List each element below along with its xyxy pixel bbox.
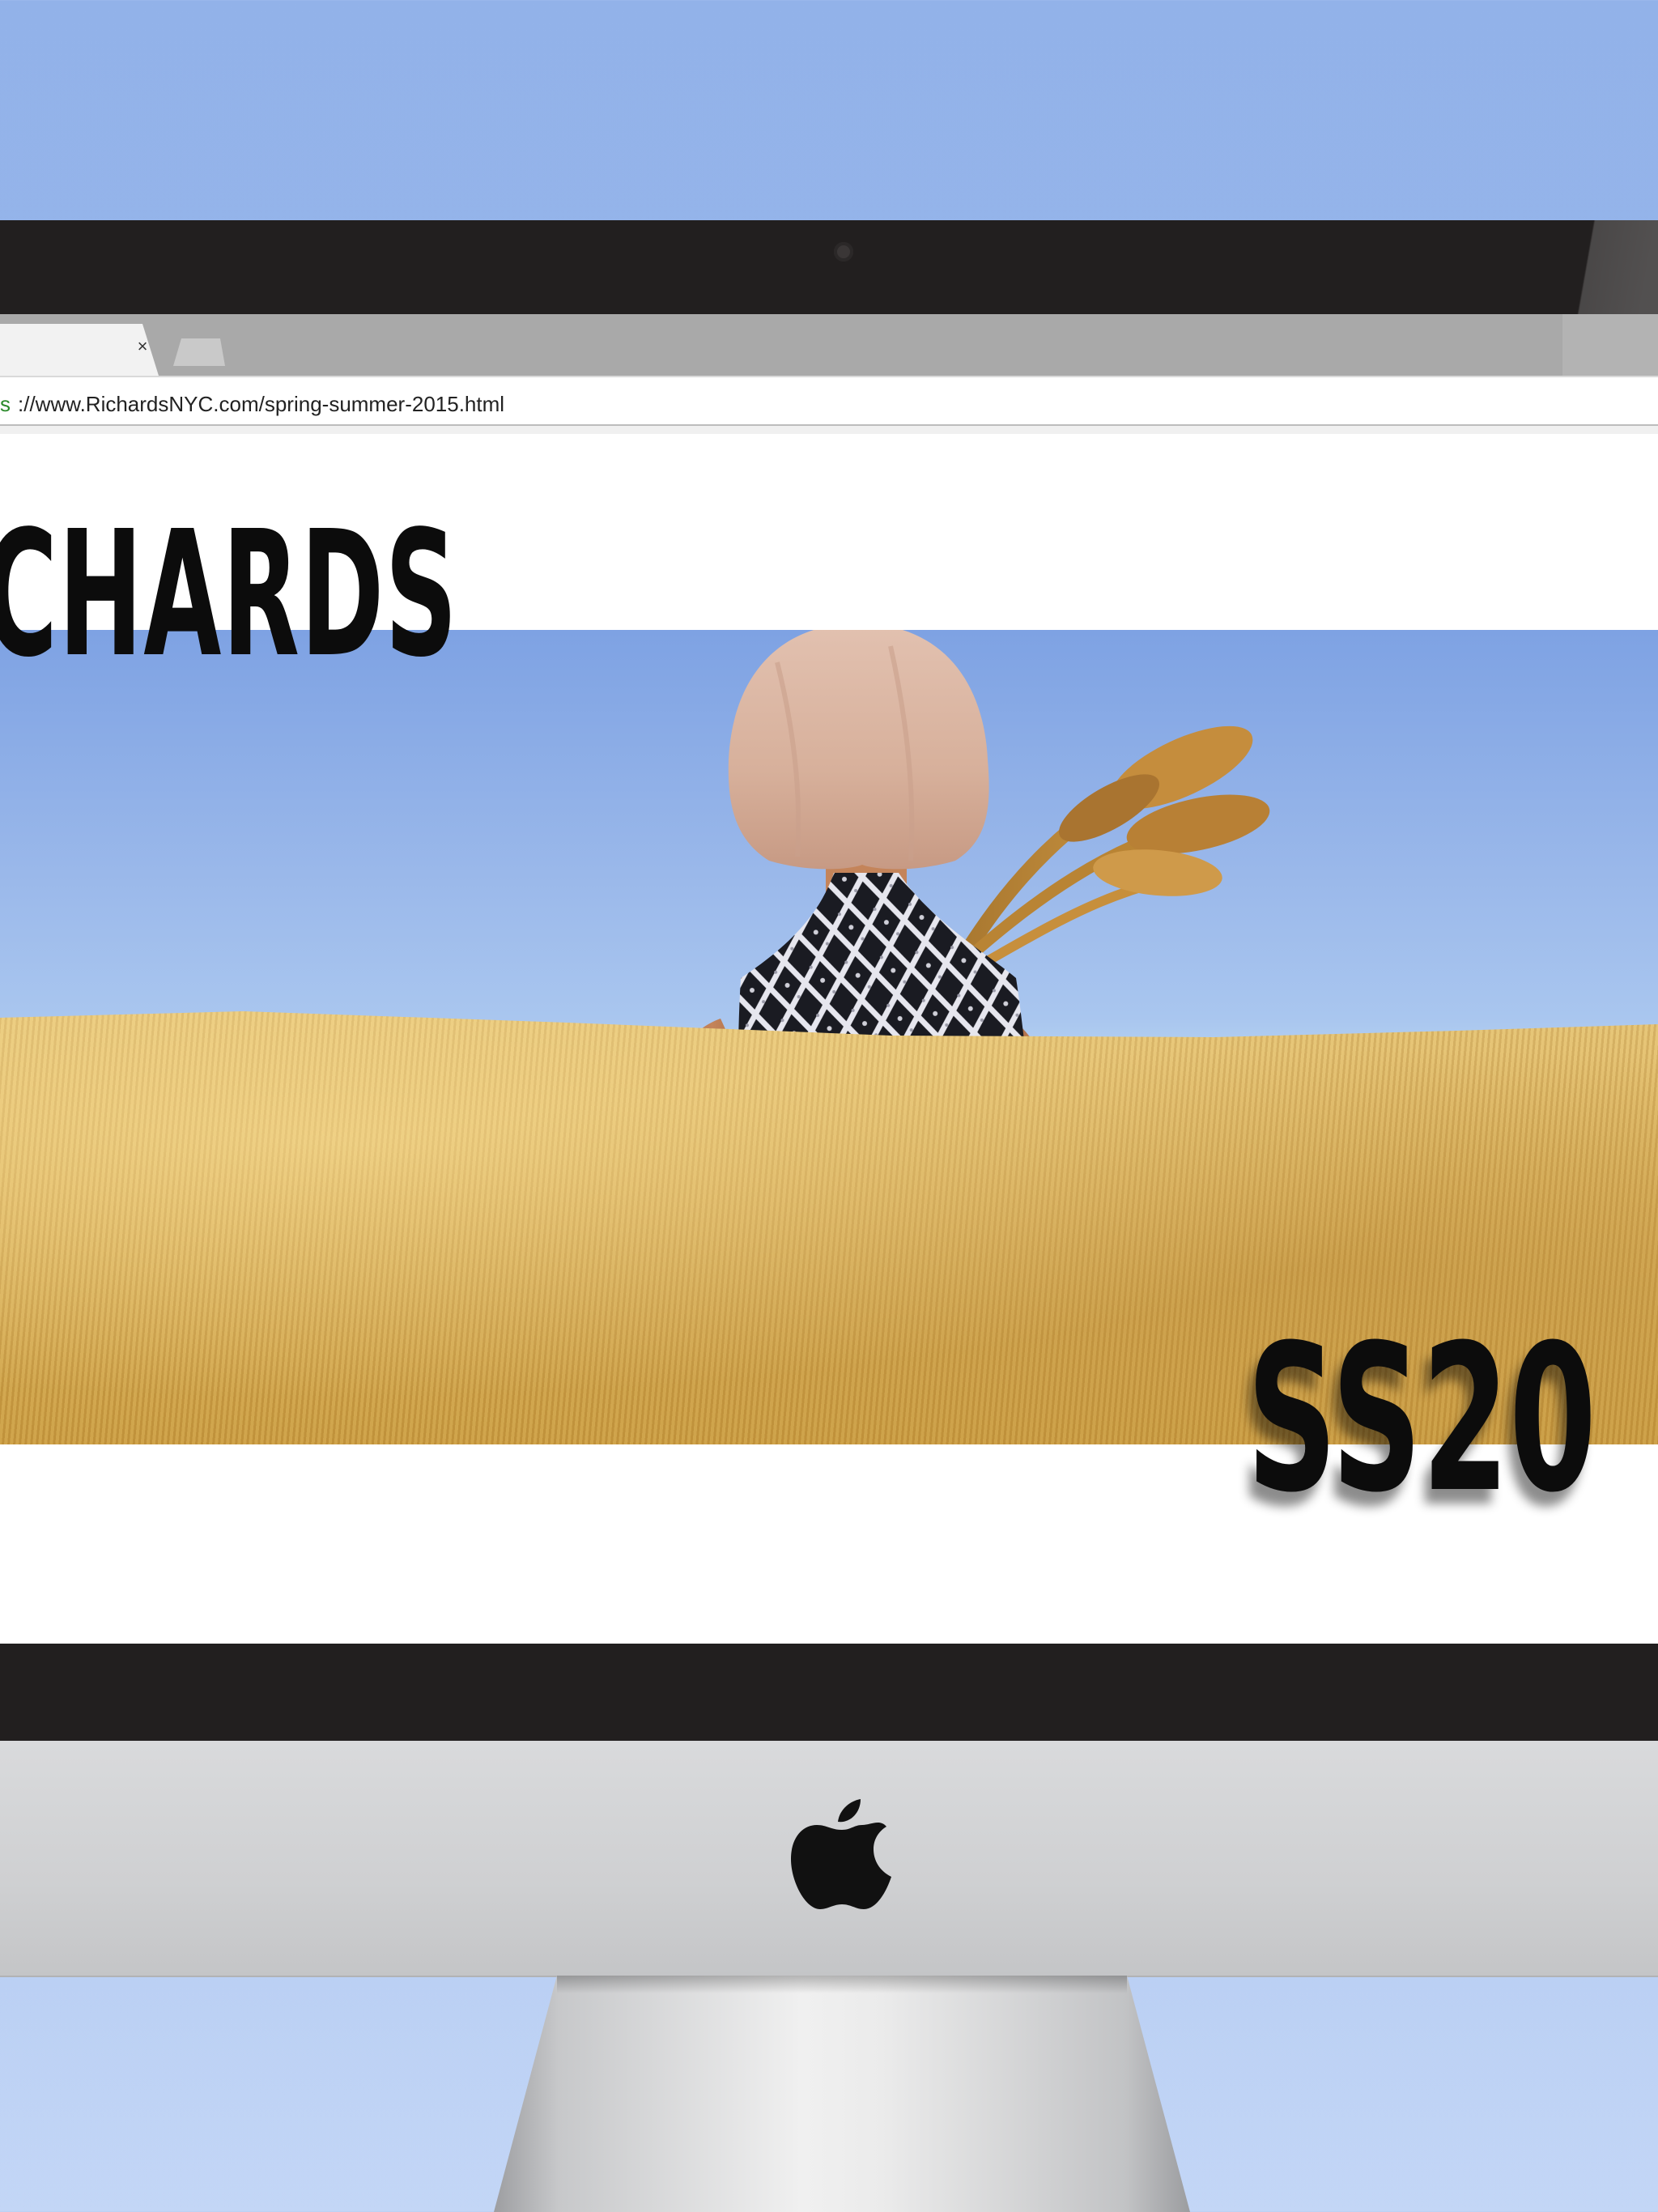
tab-close-icon[interactable]: × <box>131 335 154 358</box>
monitor-stand <box>494 1976 1190 2212</box>
brand-logo-text[interactable]: CHARDS <box>0 508 458 682</box>
monitor-bottom-bezel <box>0 1644 1658 1741</box>
screen-glare <box>1562 314 1658 376</box>
monitor-top-bezel <box>0 220 1658 314</box>
webcam-icon <box>834 242 853 262</box>
browser-tab-strip <box>0 314 1658 376</box>
season-heading: SS20 <box>1247 1318 1658 1521</box>
screen-glare <box>1562 220 1658 314</box>
new-tab-button[interactable] <box>173 338 225 366</box>
wheat-bundle <box>949 725 1270 975</box>
season-text: SS20 <box>1247 1301 1597 1537</box>
url-scheme[interactable]: s <box>0 392 11 417</box>
url-text[interactable]: ://www.RichardsNYC.com/spring-summer-201… <box>18 392 504 417</box>
apple-logo-icon <box>791 1799 891 1909</box>
stand-shadow <box>557 1976 1127 1993</box>
